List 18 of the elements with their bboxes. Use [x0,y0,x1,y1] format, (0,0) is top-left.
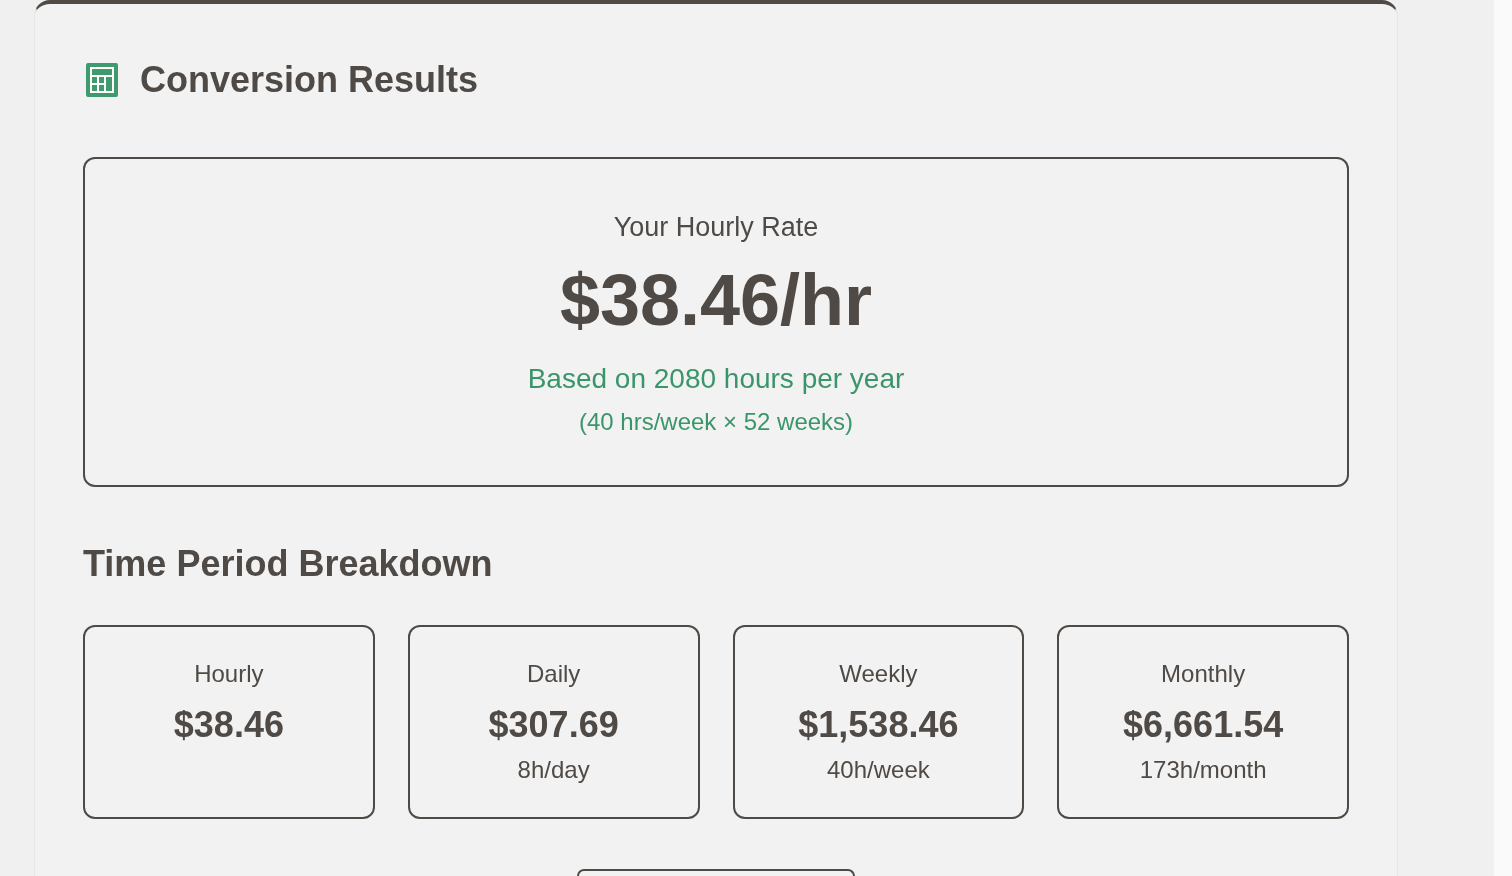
period-hours: 40h/week [827,755,930,785]
period-hours: 173h/month [1139,755,1267,785]
hours-formula-text: (40 hrs/week × 52 weeks) [578,407,854,437]
calculator-icon [86,63,118,97]
period-hours: 8h/day [517,755,590,785]
results-title: Conversion Results [140,58,479,102]
period-amount: $1,538.46 [798,703,959,747]
period-label: Hourly [194,659,264,689]
period-label: Daily [526,659,581,689]
period-amount: $38.46 [173,703,284,747]
period-label: Monthly [1161,659,1246,689]
period-label: Weekly [839,659,918,689]
hours-basis-text: Based on 2080 hours per year [527,362,905,396]
period-amount: $6,661.54 [1123,703,1284,747]
rate-value: $38.46/hr [559,260,873,340]
section-title: Time Period Breakdown [83,542,494,586]
period-amount: $307.69 [488,703,619,747]
rate-label: Your Hourly Rate [613,211,819,244]
